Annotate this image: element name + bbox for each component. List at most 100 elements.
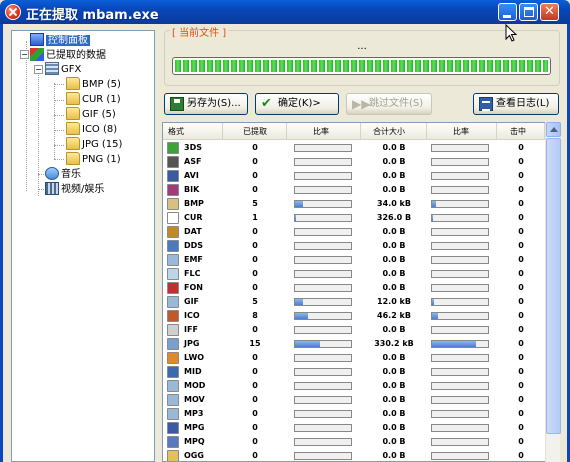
grid-icon [45,62,59,75]
table-row[interactable]: DDS 0 0.0 B 0 [163,239,545,253]
table-row[interactable]: ASF 0 0.0 B 0 [163,155,545,169]
tree-item-cur[interactable]: CUR (1) [66,92,121,107]
size-ratio-bar [431,410,489,418]
count-ratio-bar [294,200,352,208]
total-size: 0.0 B [382,227,406,236]
extracted-count: 0 [252,325,258,334]
format-name: MOV [184,395,205,404]
table-row[interactable]: MID 0 0.0 B 0 [163,365,545,379]
column-header-hits[interactable]: 击中 [497,123,545,140]
table-row[interactable]: DAT 0 0.0 B 0 [163,225,545,239]
table-row[interactable]: MPG 0 0.0 B 0 [163,421,545,435]
table-row[interactable]: MP3 0 0.0 B 0 [163,407,545,421]
file-type-icon [167,394,179,406]
table-row[interactable]: MOV 0 0.0 B 0 [163,393,545,407]
tree-line [38,71,39,196]
column-header-label: 比率 [313,127,329,136]
tree-item-png[interactable]: PNG (1) [66,152,121,167]
file-type-icon [167,156,179,168]
tree-item-label: 已提取的数据 [46,50,106,61]
hits-count: 0 [518,157,524,166]
extracted-count: 0 [252,437,258,446]
title-bar[interactable]: 正在提取 mbam.exe ✕ [0,0,570,24]
tree-item-gif[interactable]: GIF (5) [66,107,116,122]
extraction-progress-bar [172,57,551,75]
minimize-button[interactable] [498,3,517,21]
collapse-icon[interactable]: − [34,65,43,74]
size-ratio-bar [431,242,489,250]
extracted-count: 1 [252,213,258,222]
table-row[interactable]: MPQ 0 0.0 B 0 [163,435,545,449]
table-row[interactable]: OGG 0 0.0 B 0 [163,449,545,461]
skip-icon: ▶▶ [352,97,371,111]
table-row[interactable]: ICO 8 46.2 kB 0 [163,309,545,323]
view-log-button[interactable]: 查看日志(L) [473,93,559,115]
close-button[interactable]: ✕ [540,3,559,21]
format-cell: MPG [163,421,223,435]
tree-view[interactable]: − − 控制面板 已提取的数据 GFX BMP (5) CUR (1) GIF … [11,30,155,462]
minimize-icon [503,15,511,18]
size-ratio-bar [431,284,489,292]
format-name: MP3 [184,409,204,418]
stats-table[interactable]: 格式 已提取 比率 合计大小 比率 击中 3DS 0 0.0 B 0 ASF 0 0.0 B… [162,122,559,462]
hits-count: 0 [518,185,524,194]
tree-item-extracted-data[interactable]: 已提取的数据 [30,48,106,63]
column-header-total-size[interactable]: 合计大小 [361,123,427,140]
table-row[interactable]: IFF 0 0.0 B 0 [163,323,545,337]
column-header-extracted[interactable]: 已提取 [223,123,287,140]
table-row[interactable]: FLC 0 0.0 B 0 [163,267,545,281]
table-row[interactable]: BIK 0 0.0 B 0 [163,183,545,197]
column-header-ratio[interactable]: 比率 [287,123,361,140]
format-name: MPQ [184,437,205,446]
table-row[interactable]: AVI 0 0.0 B 0 [163,169,545,183]
tree-item-jpg[interactable]: JPG (15) [66,137,122,152]
ratio-fill [432,215,433,221]
log-icon [479,97,493,111]
extracted-count: 0 [252,381,258,390]
ok-button[interactable]: ✔ 确定(K)> [255,93,339,115]
size-ratio-bar [431,396,489,404]
scrollbar-thumb[interactable] [546,138,561,434]
column-header-label: 合计大小 [373,127,405,136]
music-icon [45,167,59,180]
save-as-button[interactable]: 另存为(S)... [164,93,248,115]
tree-item-ico[interactable]: ICO (8) [66,122,117,137]
table-row[interactable]: GIF 5 12.0 kB 0 [163,295,545,309]
table-row[interactable]: MOD 0 0.0 B 0 [163,379,545,393]
column-header-format[interactable]: 格式 [163,123,223,140]
maximize-button[interactable] [519,3,538,21]
table-row[interactable]: JPG 15 330.2 kB 0 [163,337,545,351]
table-row[interactable]: LWO 0 0.0 B 0 [163,351,545,365]
table-row[interactable]: FON 0 0.0 B 0 [163,281,545,295]
hits-count: 0 [518,367,524,376]
tree-item-video[interactable]: 视频/娱乐 [45,182,104,197]
tree-item-bmp[interactable]: BMP (5) [66,77,121,92]
table-row[interactable]: EMF 0 0.0 B 0 [163,253,545,267]
format-name: MOD [184,381,206,390]
table-scrollbar[interactable] [545,122,561,462]
collapse-icon[interactable]: − [20,50,29,59]
format-cell: MOD [163,379,223,393]
table-row[interactable]: 3DS 0 0.0 B 0 [163,141,545,155]
count-ratio-bar [294,312,352,320]
skip-file-button[interactable]: ▶▶ 跳过文件(S) [346,93,432,115]
folder-icon [66,137,80,150]
format-name: JPG [184,339,200,348]
tree-item-gfx[interactable]: GFX [45,62,81,77]
hits-count: 0 [518,241,524,250]
size-ratio-bar [431,452,489,460]
tree-item-music[interactable]: 音乐 [45,167,81,182]
extracted-count: 0 [252,283,258,292]
file-type-icon [167,408,179,420]
folder-icon [66,107,80,120]
table-row[interactable]: BMP 5 34.0 kB 0 [163,197,545,211]
column-header-ratio-size[interactable]: 比率 [427,123,497,140]
total-size: 34.0 kB [377,199,411,208]
hits-count: 0 [518,409,524,418]
table-row[interactable]: CUR 1 326.0 B 0 [163,211,545,225]
table-header: 格式 已提取 比率 合计大小 比率 击中 [163,123,545,140]
tree-item-label: GIF (5) [82,109,116,120]
format-cell: BMP [163,197,223,211]
tree-item-control-panel[interactable]: 控制面板 [30,33,90,48]
scroll-up-arrow-icon[interactable] [546,122,561,137]
